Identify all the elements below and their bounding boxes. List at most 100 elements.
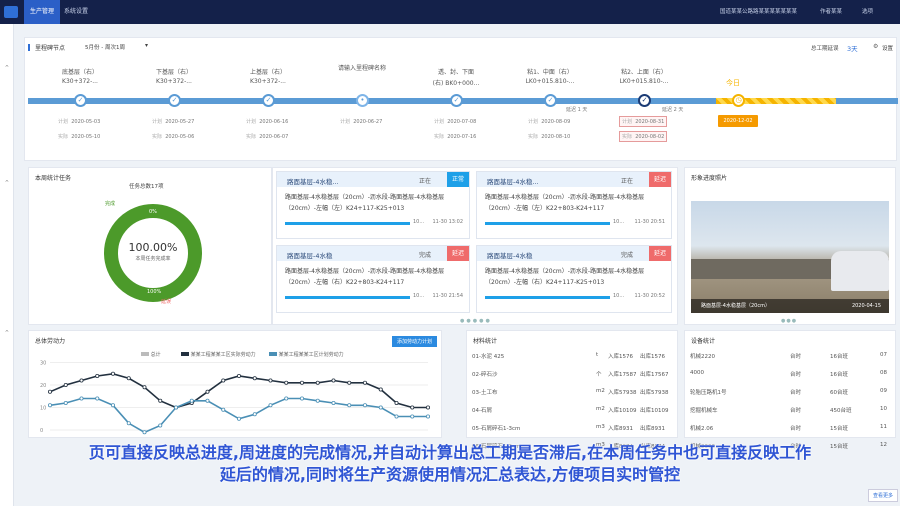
pager-dots[interactable]: ●●●●● [460, 318, 492, 324]
data-point [47, 389, 52, 394]
data-point [63, 401, 68, 406]
equipment-cell: 挖掘机械车 [690, 408, 718, 414]
status-badge: 延迟 [447, 246, 469, 261]
progress-photo[interactable]: 路面基层-4水稳基层（20cm） 2020-04-15 [691, 201, 889, 313]
data-point [173, 405, 178, 410]
data-point [189, 398, 194, 403]
milestone-title: 里程碑节点 [35, 45, 66, 52]
data-point [315, 380, 320, 385]
check-icon: ✓ [638, 94, 651, 107]
material-cell: 入库10109 [608, 408, 637, 414]
material-cell: 出库17567 [640, 372, 669, 378]
material-title: 材料统计 [473, 338, 498, 345]
material-cell: 03-土工布 [472, 390, 498, 396]
data-point [425, 405, 430, 410]
material-cell: m3 [596, 424, 605, 430]
more-button[interactable]: 查看更多 [868, 489, 899, 502]
stage[interactable]: 下基层（右） K30+372-... [134, 67, 214, 85]
check-icon: ✓ [168, 94, 181, 107]
equipment-cell: 10 [880, 406, 887, 412]
equipment-cell: 轮胎压路机1号 [690, 390, 727, 396]
data-point [126, 421, 131, 426]
collapse-icon[interactable]: ⌃ [4, 179, 10, 187]
material-cell: 个 [596, 372, 602, 378]
status-badge: 延迟 [649, 172, 671, 187]
settings-icon[interactable]: ⚙ [873, 43, 878, 50]
settings-link[interactable]: 设置 [882, 44, 893, 52]
equipment-cell: 台时 [790, 426, 802, 432]
equipment-cell: 机械2220 [690, 354, 715, 360]
photo-pager[interactable]: ●●● [781, 318, 797, 324]
photo-card: 形象进度照片 路面基层-4水稳基层（20cm） 2020-04-15 ●●● [684, 167, 896, 325]
data-point [252, 412, 257, 417]
data-point [410, 414, 415, 419]
collapse-icon[interactable]: ⌃ [4, 64, 10, 72]
y-tick-label: 20 [40, 383, 46, 389]
stage[interactable]: 底基层（右） K30+372-... [40, 67, 120, 85]
material-cell: 出库8931 [640, 426, 665, 432]
weekly-title: 本周统计任务 [35, 175, 72, 182]
pie-label: 100% [147, 289, 162, 295]
data-point [394, 401, 399, 406]
stage[interactable]: 请输入里程碑名称 [322, 65, 402, 72]
data-point [315, 398, 320, 403]
caption-line: 延后的情况,同时将生产资源使用情况汇总表达,方便项目实时管控 [219, 465, 681, 484]
data-point [378, 405, 383, 410]
labor-title: 总体劳动力 [35, 338, 66, 345]
equipment-cell: 450台班 [830, 408, 852, 414]
pie-label: 0% [149, 209, 157, 215]
data-point [394, 414, 399, 419]
equipment-cell: 台时 [790, 408, 802, 414]
stage[interactable]: 粘1、中面（右） LK0+015.810-... [510, 67, 590, 85]
data-point [268, 378, 273, 383]
collapse-icon[interactable]: ⌃ [4, 329, 10, 337]
clock-icon: ◷ [732, 94, 745, 107]
nav-production[interactable]: 生产管理 [24, 0, 61, 24]
equipment-cell: 11 [880, 424, 887, 430]
delay-count-label: 总工期延误 [811, 46, 839, 52]
data-point [299, 380, 304, 385]
stage[interactable]: 粘2、上面（右） LK0+015.810-... [604, 67, 684, 85]
data-point [47, 403, 52, 408]
stage[interactable]: 上基层（右） K30+372-... [228, 67, 308, 85]
material-cell: 入库1576 [608, 354, 633, 360]
data-point [126, 376, 131, 381]
material-cell: 入库57938 [608, 390, 637, 396]
task-card[interactable]: 路面基层-4水稳... 正在 正常 路面基层-4水稳基层（20cm）-沥水段-路面基… [276, 171, 470, 239]
left-rail: ⌃ ⌃ ⌃ [0, 24, 14, 506]
equipment-cell: 07 [880, 352, 887, 358]
material-cell: 出库57938 [640, 390, 669, 396]
material-cell: 出库1576 [640, 354, 665, 360]
y-tick-label: 30 [40, 361, 46, 367]
material-cell: m2 [596, 406, 605, 412]
pending-icon: • [356, 94, 369, 107]
period-select[interactable]: 5月份 - 周次1周 [85, 43, 125, 51]
equipment-card: 设备统计 [684, 330, 896, 438]
stage[interactable]: 透、封、下面 (右) BK0+000... [416, 67, 496, 87]
nav-settings[interactable]: 系统设置 [58, 0, 94, 24]
photo-date: 2020-04-15 [851, 303, 881, 309]
task-card[interactable]: 路面基层-4水稳 完成 延迟 路面基层-4水稳基层（20cm）-沥水段-路面基层-4… [276, 245, 470, 313]
status-badge: 正常 [447, 172, 469, 187]
today-date: 2020-12-02 [718, 115, 758, 127]
task-card[interactable]: 路面基层-4水稳 完成 延迟 路面基层-4水稳基层（20cm）-沥水段-路面基层-4… [476, 245, 672, 313]
user-menu[interactable]: 作者某某 [820, 0, 842, 24]
data-point [299, 396, 304, 401]
weekly-pct: 100.00% [128, 241, 178, 254]
chevron-down-icon[interactable]: ▾ [145, 42, 148, 49]
equipment-cell: 09 [880, 388, 887, 394]
y-tick-label: 0 [40, 428, 43, 434]
series-line [49, 397, 428, 434]
app-logo-icon [4, 6, 18, 18]
title-accent [28, 44, 30, 51]
material-card: 材料统计 [466, 330, 678, 438]
delay-note: 延迟 1 天 [566, 107, 588, 113]
add-labor-plan-button[interactable]: 添加劳动力计划 [391, 336, 437, 347]
data-point [425, 414, 430, 419]
data-point [347, 380, 352, 385]
data-point [158, 398, 163, 403]
data-point [79, 378, 84, 383]
extra-menu[interactable]: 选项 [862, 0, 873, 24]
task-card[interactable]: 路面基层-4水稳... 正在 延迟 路面基层-4水稳基层（20cm）-沥水段-路面基… [476, 171, 672, 239]
data-point [142, 430, 147, 435]
